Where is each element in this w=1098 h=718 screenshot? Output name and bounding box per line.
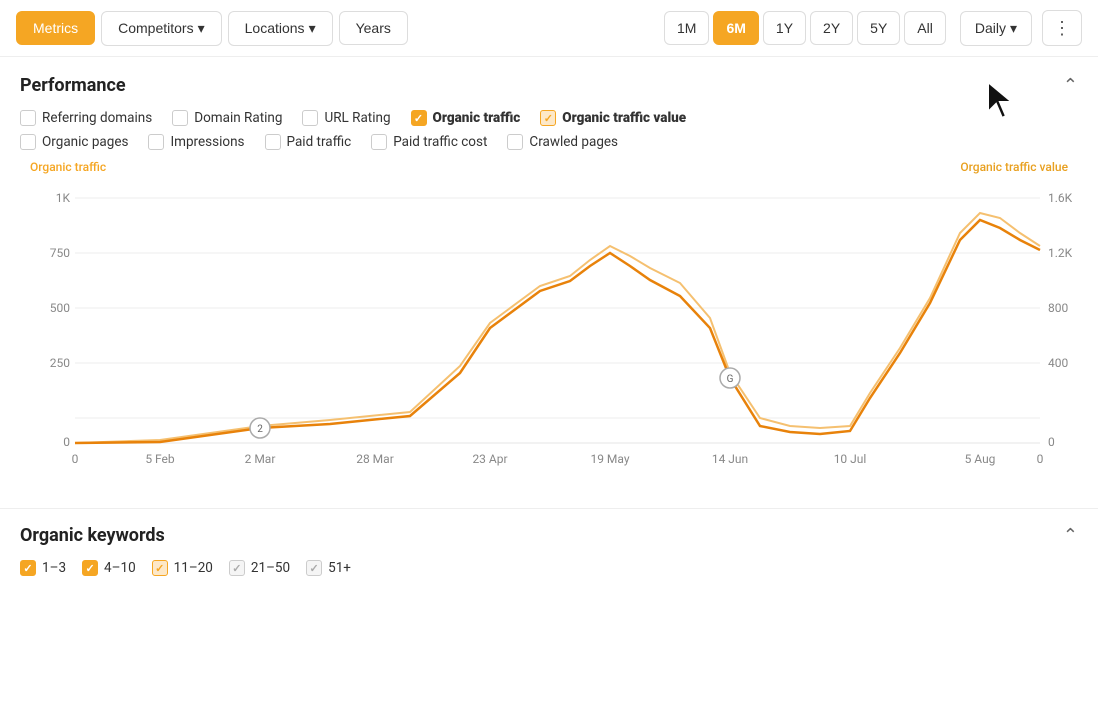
- competitors-tab[interactable]: Competitors ▾: [101, 11, 222, 46]
- svg-text:19 May: 19 May: [590, 452, 629, 466]
- chevron-down-icon: ▾: [1010, 20, 1017, 37]
- legend-4-10-checkbox[interactable]: [82, 560, 98, 576]
- domain-rating-checkbox[interactable]: [172, 110, 188, 126]
- legend-1-3[interactable]: 1–3: [20, 560, 66, 576]
- legend-11-20[interactable]: 11–20: [152, 560, 213, 576]
- metrics-row-2: Organic pages Impressions Paid traffic P…: [20, 134, 1078, 150]
- performance-header: Performance ⌃: [20, 75, 1078, 96]
- chevron-down-icon: ▾: [198, 20, 205, 37]
- url-rating-checkbox[interactable]: [302, 110, 318, 126]
- period-1y[interactable]: 1Y: [763, 11, 806, 45]
- performance-section: Performance ⌃ Referring domains Domain R…: [0, 57, 1098, 492]
- svg-text:750: 750: [50, 246, 70, 260]
- keywords-legend: 1–3 4–10 11–20 21–50 51+: [20, 560, 1078, 576]
- organic-traffic-value-line: [75, 213, 1040, 443]
- chart-left-label: Organic traffic: [30, 160, 106, 174]
- organic-keywords-title: Organic keywords: [20, 525, 165, 546]
- organic-traffic-checkbox[interactable]: [411, 110, 427, 126]
- chart-svg: 1K 750 500 250 0 1.6K 1.2K 800 400 0 0 5…: [30, 178, 1088, 488]
- legend-4-10[interactable]: 4–10: [82, 560, 136, 576]
- metric-referring-domains[interactable]: Referring domains: [20, 110, 152, 126]
- metric-url-rating[interactable]: URL Rating: [302, 110, 390, 126]
- organic-pages-checkbox[interactable]: [20, 134, 36, 150]
- chevron-down-icon: ▾: [309, 20, 316, 37]
- legend-11-20-checkbox[interactable]: [152, 560, 168, 576]
- svg-text:1K: 1K: [56, 191, 71, 205]
- performance-collapse-button[interactable]: ⌃: [1063, 75, 1078, 96]
- svg-text:2 Mar: 2 Mar: [245, 452, 276, 466]
- organic-keywords-collapse-button[interactable]: ⌃: [1063, 525, 1078, 546]
- svg-text:2: 2: [257, 424, 263, 435]
- top-navigation: Metrics Competitors ▾ Locations ▾ Years …: [0, 0, 1098, 57]
- svg-text:G: G: [727, 374, 734, 385]
- svg-text:23 Apr: 23 Apr: [472, 452, 507, 466]
- metric-organic-pages[interactable]: Organic pages: [20, 134, 128, 150]
- metrics-tab[interactable]: Metrics: [16, 11, 95, 45]
- metric-crawled-pages[interactable]: Crawled pages: [507, 134, 618, 150]
- metric-domain-rating[interactable]: Domain Rating: [172, 110, 282, 126]
- svg-text:1.6K: 1.6K: [1048, 191, 1073, 205]
- metrics-row-1: Referring domains Domain Rating URL Rati…: [20, 110, 1078, 126]
- chart-right-label: Organic traffic value: [960, 160, 1068, 174]
- svg-text:10 Jul: 10 Jul: [834, 452, 867, 466]
- svg-text:0: 0: [63, 435, 70, 449]
- svg-text:5 Aug: 5 Aug: [965, 452, 996, 466]
- metric-paid-traffic[interactable]: Paid traffic: [265, 134, 352, 150]
- svg-text:250: 250: [50, 356, 70, 370]
- legend-51-plus[interactable]: 51+: [306, 560, 351, 576]
- chart-svg-wrapper: 1K 750 500 250 0 1.6K 1.2K 800 400 0 0 5…: [30, 178, 1068, 492]
- legend-51-plus-checkbox[interactable]: [306, 560, 322, 576]
- daily-dropdown[interactable]: Daily ▾: [960, 11, 1032, 46]
- legend-21-50[interactable]: 21–50: [229, 560, 290, 576]
- legend-1-3-checkbox[interactable]: [20, 560, 36, 576]
- svg-text:1.2K: 1.2K: [1048, 246, 1073, 260]
- more-options-button[interactable]: ⋮: [1042, 10, 1082, 46]
- svg-text:28 Mar: 28 Mar: [356, 452, 394, 466]
- paid-traffic-checkbox[interactable]: [265, 134, 281, 150]
- referring-domains-checkbox[interactable]: [20, 110, 36, 126]
- svg-text:800: 800: [1048, 301, 1068, 315]
- metric-paid-traffic-cost[interactable]: Paid traffic cost: [371, 134, 487, 150]
- time-period-group: 1M 6M 1Y 2Y 5Y All: [664, 11, 946, 45]
- svg-text:5 Feb: 5 Feb: [145, 452, 175, 466]
- locations-tab[interactable]: Locations ▾: [228, 11, 333, 46]
- organic-keywords-section: Organic keywords ⌃ 1–3 4–10 11–20 21–50 …: [0, 509, 1098, 592]
- period-all[interactable]: All: [904, 11, 946, 45]
- svg-text:400: 400: [1048, 356, 1068, 370]
- organic-keywords-header: Organic keywords ⌃: [20, 525, 1078, 546]
- performance-title: Performance: [20, 75, 126, 96]
- svg-text:14 Jun: 14 Jun: [712, 452, 748, 466]
- paid-traffic-cost-checkbox[interactable]: [371, 134, 387, 150]
- impressions-checkbox[interactable]: [148, 134, 164, 150]
- period-1m[interactable]: 1M: [664, 11, 709, 45]
- metric-organic-traffic-value[interactable]: Organic traffic value: [540, 110, 686, 126]
- svg-text:0: 0: [72, 452, 79, 466]
- metric-impressions[interactable]: Impressions: [148, 134, 244, 150]
- svg-text:0: 0: [1048, 435, 1055, 449]
- metric-organic-traffic[interactable]: Organic traffic: [411, 110, 521, 126]
- performance-chart: Organic traffic Organic traffic value 1K…: [20, 160, 1078, 492]
- svg-text:0: 0: [1037, 452, 1044, 466]
- crawled-pages-checkbox[interactable]: [507, 134, 523, 150]
- period-5y[interactable]: 5Y: [857, 11, 900, 45]
- chart-axis-labels: Organic traffic Organic traffic value: [30, 160, 1068, 174]
- period-2y[interactable]: 2Y: [810, 11, 853, 45]
- organic-traffic-value-checkbox[interactable]: [540, 110, 556, 126]
- years-tab[interactable]: Years: [339, 11, 408, 45]
- legend-21-50-checkbox[interactable]: [229, 560, 245, 576]
- period-6m[interactable]: 6M: [713, 11, 758, 45]
- svg-text:500: 500: [50, 301, 70, 315]
